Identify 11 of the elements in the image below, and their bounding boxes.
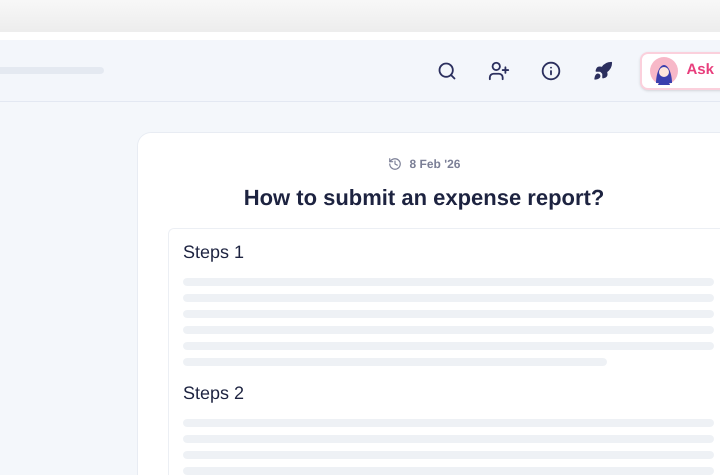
info-icon: [541, 60, 562, 80]
user-plus-icon: [488, 60, 510, 82]
section-heading: Steps 2: [183, 382, 246, 405]
article-date: 8 Feb '26: [410, 156, 460, 173]
history-icon: [388, 157, 402, 171]
search-icon: [437, 60, 458, 80]
section-heading: Steps 1: [183, 241, 246, 264]
ask-button[interactable]: Ask: [640, 52, 720, 90]
article-title: How to submit an expense report?: [242, 184, 606, 212]
avatar-icon: [650, 56, 678, 84]
rocket-icon: [593, 60, 614, 80]
